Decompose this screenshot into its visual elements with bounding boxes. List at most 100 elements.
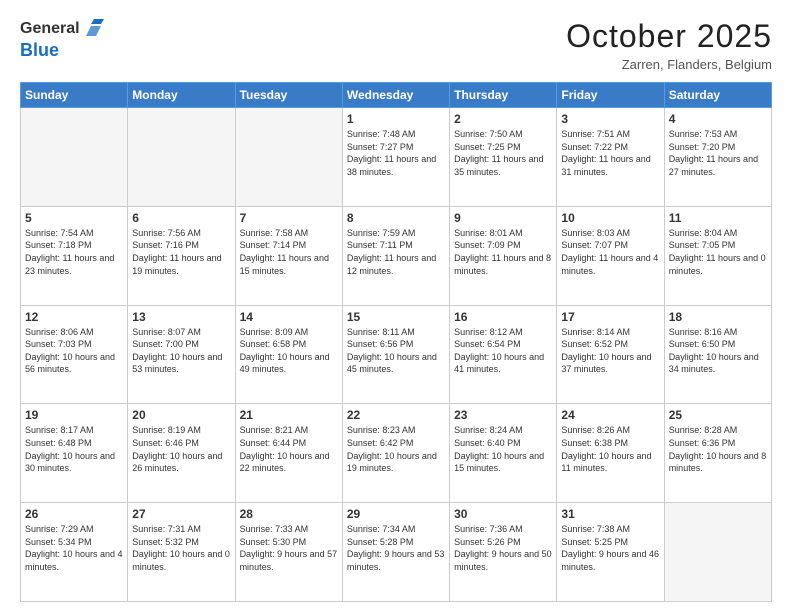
- location: Zarren, Flanders, Belgium: [566, 57, 772, 72]
- day-cell-2-2: 14 Sunrise: 8:09 AMSunset: 6:58 PMDayligh…: [235, 305, 342, 404]
- day-info: Sunrise: 8:21 AMSunset: 6:44 PMDaylight:…: [240, 424, 338, 474]
- day-cell-2-0: 12 Sunrise: 8:06 AMSunset: 7:03 PMDayligh…: [21, 305, 128, 404]
- day-info: Sunrise: 7:34 AMSunset: 5:28 PMDaylight:…: [347, 523, 445, 573]
- day-cell-1-6: 11 Sunrise: 8:04 AMSunset: 7:05 PMDayligh…: [664, 206, 771, 305]
- day-number: 21: [240, 408, 338, 422]
- day-cell-3-5: 24 Sunrise: 8:26 AMSunset: 6:38 PMDayligh…: [557, 404, 664, 503]
- day-cell-2-4: 16Sunrise: 8:12 AMSunset: 6:54 PMDayligh…: [450, 305, 557, 404]
- day-cell-1-4: 9Sunrise: 8:01 AMSunset: 7:09 PMDaylight…: [450, 206, 557, 305]
- header: General Blue October 2025 Zarren, Flande…: [20, 18, 772, 72]
- day-number: 27: [132, 507, 230, 521]
- header-tuesday: Tuesday: [235, 83, 342, 108]
- day-info: Sunrise: 7:33 AMSunset: 5:30 PMDaylight:…: [240, 523, 338, 573]
- day-info: Sunrise: 7:48 AMSunset: 7:27 PMDaylight:…: [347, 128, 445, 178]
- week-row-0: 1 Sunrise: 7:48 AMSunset: 7:27 PMDaylight…: [21, 108, 772, 207]
- day-number: 29: [347, 507, 445, 521]
- day-info: Sunrise: 7:58 AMSunset: 7:14 PMDaylight:…: [240, 227, 338, 277]
- day-cell-0-0: [21, 108, 128, 207]
- day-info: Sunrise: 7:59 AMSunset: 7:11 PMDaylight:…: [347, 227, 445, 277]
- day-cell-4-4: 30Sunrise: 7:36 AMSunset: 5:26 PMDayligh…: [450, 503, 557, 602]
- day-cell-4-0: 26 Sunrise: 7:29 AMSunset: 5:34 PMDayligh…: [21, 503, 128, 602]
- day-cell-0-1: [128, 108, 235, 207]
- day-cell-1-3: 8 Sunrise: 7:59 AMSunset: 7:11 PMDaylight…: [342, 206, 449, 305]
- day-info: Sunrise: 8:14 AMSunset: 6:52 PMDaylight:…: [561, 326, 659, 376]
- day-number: 14: [240, 310, 338, 324]
- day-number: 28: [240, 507, 338, 521]
- day-number: 7: [240, 211, 338, 225]
- day-number: 5: [25, 211, 123, 225]
- day-number: 20: [132, 408, 230, 422]
- day-info: Sunrise: 7:38 AMSunset: 5:25 PMDaylight:…: [561, 523, 659, 573]
- day-number: 31: [561, 507, 659, 521]
- day-number: 4: [669, 112, 767, 126]
- day-number: 19: [25, 408, 123, 422]
- logo-icon: [82, 18, 104, 40]
- day-cell-4-6: [664, 503, 771, 602]
- day-info: Sunrise: 7:54 AMSunset: 7:18 PMDaylight:…: [25, 227, 123, 277]
- day-number: 13: [132, 310, 230, 324]
- day-number: 3: [561, 112, 659, 126]
- week-row-2: 12 Sunrise: 8:06 AMSunset: 7:03 PMDayligh…: [21, 305, 772, 404]
- day-number: 24: [561, 408, 659, 422]
- day-info: Sunrise: 8:26 AMSunset: 6:38 PMDaylight:…: [561, 424, 659, 474]
- logo-blue-text: Blue: [20, 40, 59, 60]
- day-number: 2: [454, 112, 552, 126]
- calendar-table: Sunday Monday Tuesday Wednesday Thursday…: [20, 82, 772, 602]
- day-cell-0-6: 4 Sunrise: 7:53 AMSunset: 7:20 PMDaylight…: [664, 108, 771, 207]
- day-cell-3-0: 19 Sunrise: 8:17 AMSunset: 6:48 PMDayligh…: [21, 404, 128, 503]
- day-number: 26: [25, 507, 123, 521]
- day-number: 23: [454, 408, 552, 422]
- day-info: Sunrise: 8:28 AMSunset: 6:36 PMDaylight:…: [669, 424, 767, 474]
- day-info: Sunrise: 8:01 AMSunset: 7:09 PMDaylight:…: [454, 227, 552, 277]
- day-cell-4-2: 28 Sunrise: 7:33 AMSunset: 5:30 PMDayligh…: [235, 503, 342, 602]
- day-cell-4-1: 27 Sunrise: 7:31 AMSunset: 5:32 PMDayligh…: [128, 503, 235, 602]
- day-info: Sunrise: 7:51 AMSunset: 7:22 PMDaylight:…: [561, 128, 659, 178]
- day-cell-1-1: 6Sunrise: 7:56 AMSunset: 7:16 PMDaylight…: [128, 206, 235, 305]
- day-number: 8: [347, 211, 445, 225]
- header-wednesday: Wednesday: [342, 83, 449, 108]
- day-info: Sunrise: 8:12 AMSunset: 6:54 PMDaylight:…: [454, 326, 552, 376]
- day-number: 12: [25, 310, 123, 324]
- day-info: Sunrise: 7:36 AMSunset: 5:26 PMDaylight:…: [454, 523, 552, 573]
- day-info: Sunrise: 8:11 AMSunset: 6:56 PMDaylight:…: [347, 326, 445, 376]
- day-number: 18: [669, 310, 767, 324]
- title-block: October 2025 Zarren, Flanders, Belgium: [566, 18, 772, 72]
- day-info: Sunrise: 8:06 AMSunset: 7:03 PMDaylight:…: [25, 326, 123, 376]
- header-sunday: Sunday: [21, 83, 128, 108]
- day-cell-0-2: [235, 108, 342, 207]
- day-number: 15: [347, 310, 445, 324]
- day-cell-3-1: 20 Sunrise: 8:19 AMSunset: 6:46 PMDayligh…: [128, 404, 235, 503]
- day-info: Sunrise: 8:23 AMSunset: 6:42 PMDaylight:…: [347, 424, 445, 474]
- header-thursday: Thursday: [450, 83, 557, 108]
- day-number: 17: [561, 310, 659, 324]
- month-title: October 2025: [566, 18, 772, 55]
- day-number: 1: [347, 112, 445, 126]
- day-info: Sunrise: 7:50 AMSunset: 7:25 PMDaylight:…: [454, 128, 552, 178]
- day-cell-1-5: 10Sunrise: 8:03 AMSunset: 7:07 PMDayligh…: [557, 206, 664, 305]
- day-info: Sunrise: 8:19 AMSunset: 6:46 PMDaylight:…: [132, 424, 230, 474]
- day-number: 6: [132, 211, 230, 225]
- day-cell-3-6: 25Sunrise: 8:28 AMSunset: 6:36 PMDayligh…: [664, 404, 771, 503]
- day-info: Sunrise: 8:09 AMSunset: 6:58 PMDaylight:…: [240, 326, 338, 376]
- day-number: 10: [561, 211, 659, 225]
- day-cell-0-5: 3 Sunrise: 7:51 AMSunset: 7:22 PMDaylight…: [557, 108, 664, 207]
- week-row-1: 5 Sunrise: 7:54 AMSunset: 7:18 PMDaylight…: [21, 206, 772, 305]
- logo-general-text: General: [20, 20, 80, 38]
- day-cell-3-4: 23Sunrise: 8:24 AMSunset: 6:40 PMDayligh…: [450, 404, 557, 503]
- day-info: Sunrise: 7:29 AMSunset: 5:34 PMDaylight:…: [25, 523, 123, 573]
- day-cell-4-5: 31 Sunrise: 7:38 AMSunset: 5:25 PMDayligh…: [557, 503, 664, 602]
- header-monday: Monday: [128, 83, 235, 108]
- day-cell-2-1: 13Sunrise: 8:07 AMSunset: 7:00 PMDayligh…: [128, 305, 235, 404]
- day-info: Sunrise: 8:16 AMSunset: 6:50 PMDaylight:…: [669, 326, 767, 376]
- day-info: Sunrise: 7:31 AMSunset: 5:32 PMDaylight:…: [132, 523, 230, 573]
- week-row-3: 19 Sunrise: 8:17 AMSunset: 6:48 PMDayligh…: [21, 404, 772, 503]
- day-info: Sunrise: 8:04 AMSunset: 7:05 PMDaylight:…: [669, 227, 767, 277]
- logo: General Blue: [20, 18, 104, 61]
- day-number: 11: [669, 211, 767, 225]
- day-number: 22: [347, 408, 445, 422]
- day-info: Sunrise: 8:17 AMSunset: 6:48 PMDaylight:…: [25, 424, 123, 474]
- day-info: Sunrise: 7:53 AMSunset: 7:20 PMDaylight:…: [669, 128, 767, 178]
- day-cell-0-3: 1 Sunrise: 7:48 AMSunset: 7:27 PMDaylight…: [342, 108, 449, 207]
- day-cell-1-0: 5 Sunrise: 7:54 AMSunset: 7:18 PMDaylight…: [21, 206, 128, 305]
- day-cell-2-3: 15 Sunrise: 8:11 AMSunset: 6:56 PMDayligh…: [342, 305, 449, 404]
